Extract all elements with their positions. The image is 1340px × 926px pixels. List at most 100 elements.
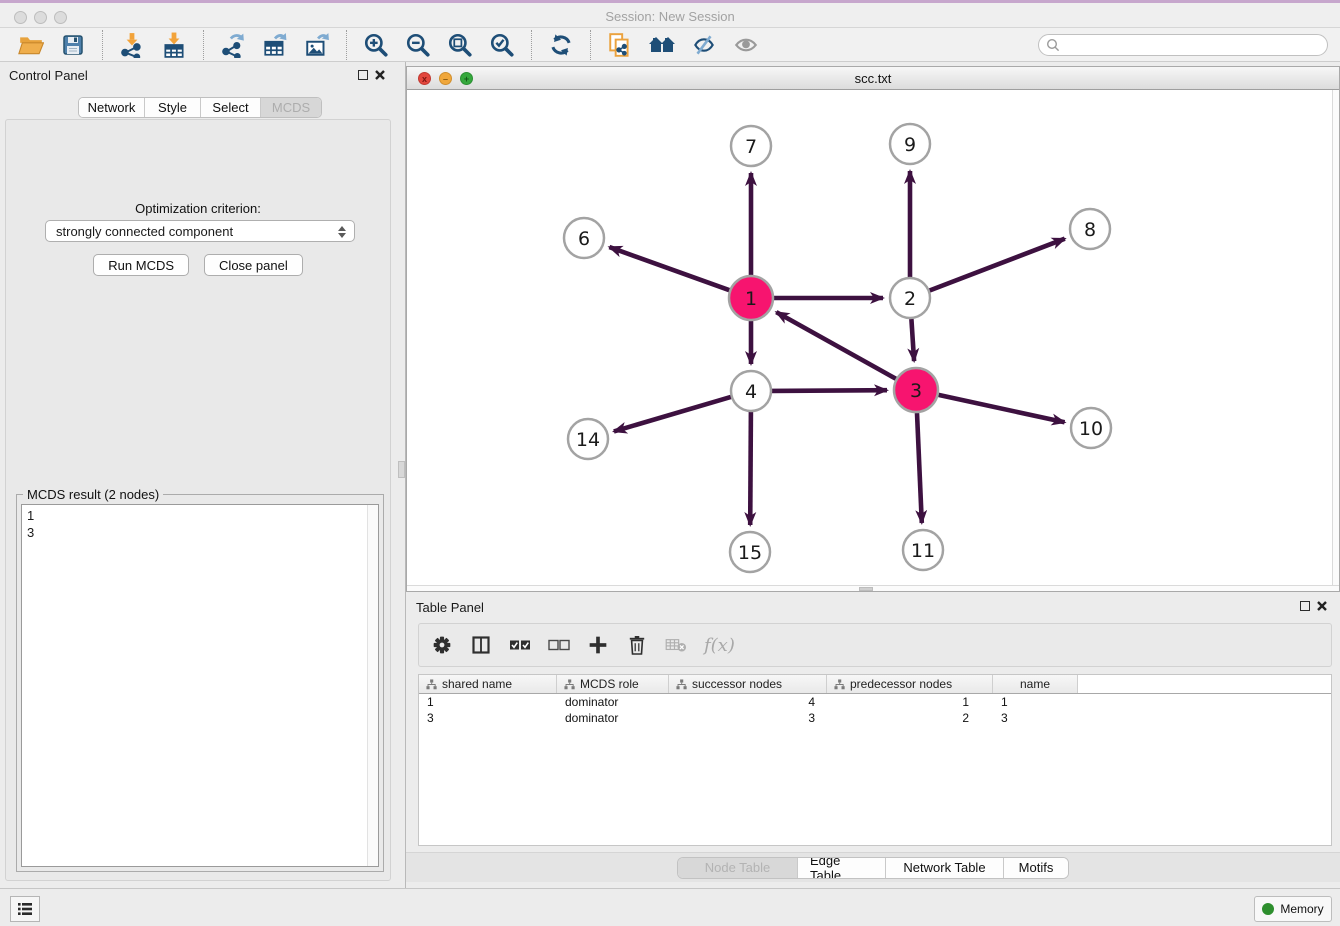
- node-11[interactable]: 11: [903, 530, 943, 570]
- open-session-icon[interactable]: [17, 31, 45, 59]
- table-row[interactable]: 3dominator323: [419, 710, 1331, 726]
- result-scrollbar[interactable]: [367, 505, 378, 866]
- node-3[interactable]: 3: [894, 368, 938, 412]
- optimization-criterion-label: Optimization criterion:: [6, 201, 390, 216]
- table-cell[interactable]: 1: [827, 695, 993, 709]
- toolbar-divider: [203, 30, 204, 60]
- edge-4-14[interactable]: [614, 397, 731, 432]
- app-titlebar: Session: New Session: [0, 0, 1340, 28]
- node-2[interactable]: 2: [890, 278, 930, 318]
- svg-text:1: 1: [745, 288, 757, 310]
- tab-select[interactable]: Select: [201, 98, 261, 117]
- tab-network[interactable]: Network: [79, 98, 145, 117]
- duplicate-network-icon[interactable]: [606, 31, 634, 59]
- table-row[interactable]: 1dominator411: [419, 694, 1331, 710]
- splitter-handle-icon[interactable]: [398, 461, 405, 478]
- network-window-titlebar[interactable]: x – + scc.txt: [407, 67, 1339, 90]
- table-panel: Table Panel f(x) shared name: [406, 594, 1340, 888]
- tab-mcds[interactable]: MCDS: [261, 98, 321, 117]
- show-graphics-icon[interactable]: [732, 31, 760, 59]
- zoom-in-icon[interactable]: [362, 31, 390, 59]
- search-input[interactable]: [1038, 34, 1328, 56]
- home-icon[interactable]: [648, 31, 676, 59]
- close-panel-icon[interactable]: [374, 69, 386, 81]
- network-vertical-scrollbar[interactable]: [1332, 90, 1339, 585]
- column-label: successor nodes: [692, 677, 782, 691]
- edge-3-1[interactable]: [776, 312, 896, 379]
- edge-4-3[interactable]: [772, 390, 887, 391]
- close-table-panel-icon[interactable]: [1316, 600, 1328, 612]
- column-header-name[interactable]: name: [993, 675, 1078, 693]
- column-header-shared-name[interactable]: shared name: [419, 675, 557, 693]
- run-mcds-button[interactable]: Run MCDS: [93, 254, 189, 276]
- close-panel-button[interactable]: Close panel: [204, 254, 303, 276]
- import-network-icon[interactable]: [118, 31, 146, 59]
- tab-node-table[interactable]: Node Table: [678, 858, 798, 878]
- edge-3-11[interactable]: [917, 413, 922, 523]
- deselect-all-icon[interactable]: [548, 634, 570, 656]
- table-toolbar: f(x): [418, 623, 1332, 667]
- zoom-selected-icon[interactable]: [488, 31, 516, 59]
- panel-splitter[interactable]: [396, 62, 406, 888]
- zoom-fit-icon[interactable]: [446, 31, 474, 59]
- hide-graphics-icon[interactable]: [690, 31, 718, 59]
- node-6[interactable]: 6: [564, 218, 604, 258]
- table-cell[interactable]: dominator: [557, 711, 669, 725]
- tab-network-table[interactable]: Network Table: [886, 858, 1004, 878]
- export-network-icon[interactable]: [219, 31, 247, 59]
- table-cell[interactable]: 3: [419, 711, 557, 725]
- table-cell[interactable]: 1: [993, 695, 1078, 709]
- refresh-layout-icon[interactable]: [547, 31, 575, 59]
- tab-motifs[interactable]: Motifs: [1004, 858, 1068, 878]
- node-4[interactable]: 4: [731, 371, 771, 411]
- export-table-icon[interactable]: [261, 31, 289, 59]
- edge-1-6[interactable]: [609, 247, 729, 290]
- scrollbar-thumb[interactable]: [859, 587, 873, 591]
- network-canvas[interactable]: 7 9 6 8 1 2 4 3 14 10 15 11: [407, 90, 1339, 585]
- column-header-predecessor-nodes[interactable]: predecessor nodes: [827, 675, 993, 693]
- tab-edge-table[interactable]: Edge Table: [798, 858, 886, 878]
- node-15[interactable]: 15: [730, 532, 770, 572]
- node-8[interactable]: 8: [1070, 209, 1110, 249]
- edge-4-15[interactable]: [750, 412, 751, 525]
- column-header-mcds-role[interactable]: MCDS role: [557, 675, 669, 693]
- node-14[interactable]: 14: [568, 419, 608, 459]
- edge-2-3[interactable]: [911, 319, 914, 361]
- delete-icon[interactable]: [626, 634, 648, 656]
- node-1[interactable]: 1: [729, 276, 773, 320]
- table-cell[interactable]: 2: [827, 711, 993, 725]
- node-10[interactable]: 10: [1071, 408, 1111, 448]
- export-image-icon[interactable]: [303, 31, 331, 59]
- control-panel-tabs: Network Style Select MCDS: [78, 97, 322, 118]
- function-builder-icon: f(x): [704, 635, 735, 656]
- column-header-successor-nodes[interactable]: successor nodes: [669, 675, 827, 693]
- float-table-panel-icon[interactable]: [1300, 601, 1310, 611]
- import-table-icon[interactable]: [160, 31, 188, 59]
- select-all-icon[interactable]: [509, 634, 531, 656]
- add-icon[interactable]: [587, 634, 609, 656]
- edge-3-10[interactable]: [939, 395, 1065, 422]
- mcds-result-text[interactable]: 1 3: [21, 504, 379, 867]
- edge-2-8[interactable]: [930, 239, 1065, 291]
- node-7[interactable]: 7: [731, 126, 771, 166]
- table-cell[interactable]: 3: [669, 711, 827, 725]
- toolbar-divider: [346, 30, 347, 60]
- table-cell[interactable]: dominator: [557, 695, 669, 709]
- memory-button[interactable]: Memory: [1254, 896, 1332, 922]
- memory-status-icon: [1262, 903, 1274, 915]
- network-horizontal-scrollbar[interactable]: [407, 585, 1339, 591]
- table-cell[interactable]: 4: [669, 695, 827, 709]
- zoom-out-icon[interactable]: [404, 31, 432, 59]
- float-panel-icon[interactable]: [358, 70, 368, 80]
- tab-style[interactable]: Style: [145, 98, 201, 117]
- node-9[interactable]: 9: [890, 124, 930, 164]
- control-panel: Control Panel Network Style Select MCDS …: [0, 62, 396, 888]
- gear-icon[interactable]: [431, 634, 453, 656]
- table-cell[interactable]: 1: [419, 695, 557, 709]
- criterion-select[interactable]: strongly connected component: [45, 220, 355, 242]
- show-panels-button[interactable]: [10, 896, 40, 922]
- save-session-icon[interactable]: [59, 31, 87, 59]
- column-icon[interactable]: [470, 634, 492, 656]
- table-cell[interactable]: 3: [993, 711, 1078, 725]
- shared-column-icon: [834, 679, 845, 690]
